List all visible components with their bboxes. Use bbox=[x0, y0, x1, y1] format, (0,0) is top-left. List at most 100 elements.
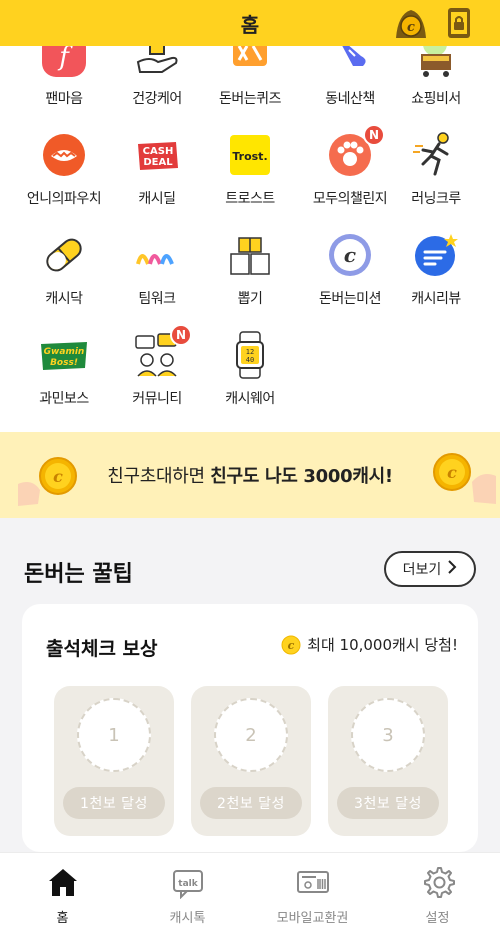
service-label: 뽑기 bbox=[237, 291, 263, 307]
step-number: 2 bbox=[214, 698, 288, 772]
banner-coin-letter: c bbox=[447, 463, 457, 482]
topbar-coin-letter: c bbox=[407, 20, 415, 35]
nav-home[interactable]: 홈 bbox=[0, 853, 125, 932]
service-cashdeal[interactable]: CASH DEAL 캐시딜 bbox=[107, 130, 207, 220]
service-community[interactable]: N 커뮤니티 bbox=[107, 324, 207, 420]
reward-text: 최대 10,000캐시 당첨! bbox=[307, 636, 458, 654]
step-card-3[interactable]: 3 3천보 달성 bbox=[328, 686, 448, 836]
svg-text:talk: talk bbox=[178, 879, 198, 889]
service-teamwork[interactable]: 팀워크 bbox=[107, 230, 207, 320]
service-row: 언니의파우치 CASHDEAL 캐시딜 Trost. 트로스트 N 모두의챌린 bbox=[0, 124, 500, 220]
nav-label: 캐시톡 bbox=[169, 911, 206, 926]
cashdeal-text-2: DEAL bbox=[143, 157, 173, 168]
service-challenge[interactable]: N 모두의챌린지 bbox=[300, 124, 400, 220]
service-label: 쇼핑비서 bbox=[411, 91, 461, 107]
new-badge: N bbox=[363, 124, 385, 146]
gear-icon bbox=[421, 865, 455, 899]
step-label: 3천보 달성 bbox=[337, 787, 439, 819]
cashdeal-icon: CASH DEAL bbox=[132, 130, 182, 180]
service-label: 캐시딜 bbox=[138, 191, 176, 207]
service-label: 캐시닥 bbox=[45, 291, 83, 307]
smartwatch-icon: 12 40 bbox=[225, 330, 275, 380]
nav-label: 홈 bbox=[56, 911, 69, 926]
coin-icon: c bbox=[325, 230, 375, 280]
cash-coin-icon[interactable]: c bbox=[392, 4, 430, 42]
coin-letter: c bbox=[344, 243, 356, 267]
lips-icon bbox=[39, 130, 89, 180]
nav-voucher[interactable]: 모바일교환권 bbox=[250, 853, 375, 932]
coin-icon: c bbox=[281, 635, 301, 655]
nav-settings[interactable]: 설정 bbox=[375, 853, 500, 932]
watch-text-1: 12 bbox=[246, 348, 254, 356]
service-label: 팬마음 bbox=[45, 91, 83, 107]
lock-icon[interactable] bbox=[446, 6, 472, 40]
service-label: 모두의챌린지 bbox=[312, 191, 388, 207]
nav-label: 모바일교환권 bbox=[276, 911, 349, 926]
tips-section: 돈버는 꿀팁 더보기 출석체크 보상 c 최대 10,000캐시 당첨! 1 1… bbox=[0, 518, 500, 852]
reward-info: c 최대 10,000캐시 당첨! bbox=[281, 634, 458, 655]
app-screen: f 팬마음 건강케어 돈버는퀴즈 동네산책 쇼핑비서 언니의파우치 CASH D… bbox=[0, 0, 500, 932]
trost-text: Trost. bbox=[232, 150, 267, 163]
new-badge: N bbox=[170, 324, 192, 346]
step-number: 1 bbox=[77, 698, 151, 772]
service-label: 건강케어 bbox=[132, 91, 182, 107]
talk-icon: talk bbox=[171, 865, 205, 900]
community-icon: N bbox=[132, 324, 192, 380]
service-mission[interactable]: c 돈버는미션 bbox=[300, 230, 400, 320]
page-title: 홈 bbox=[240, 12, 260, 37]
service-running[interactable]: 러닝크루 bbox=[386, 130, 486, 220]
service-gwaminboss[interactable]: Gwamin Boss! 과민보스 bbox=[14, 330, 114, 420]
nav-label: 설정 bbox=[425, 911, 450, 926]
service-row: 캐시닥 팀워크 뽑기 c 돈버는미션 캐시리뷰 bbox=[0, 230, 500, 320]
invite-text-plain: 친구초대하면 bbox=[107, 466, 211, 487]
service-label: 과민보스 bbox=[39, 391, 89, 407]
step-label: 2천보 달성 bbox=[200, 787, 302, 819]
service-label: 동네산책 bbox=[325, 91, 375, 107]
teamwork-icon bbox=[132, 230, 182, 280]
step-card-2[interactable]: 2 2천보 달성 bbox=[191, 686, 311, 836]
service-pouch[interactable]: 언니의파우치 bbox=[14, 130, 114, 220]
service-cashdoc[interactable]: 캐시닥 bbox=[14, 230, 114, 320]
invite-text-bold: 친구도 나도 3000캐시! bbox=[210, 466, 393, 487]
top-bar: 홈 c bbox=[0, 0, 500, 46]
gift-boxes-icon bbox=[225, 230, 275, 280]
nav-talk[interactable]: talk 캐시톡 bbox=[125, 853, 250, 932]
service-draw[interactable]: 뽑기 bbox=[200, 230, 300, 320]
service-review[interactable]: 캐시리뷰 bbox=[386, 230, 486, 320]
gwamin-text-1: Gwamin bbox=[44, 347, 85, 357]
step-number: 3 bbox=[351, 698, 425, 772]
service-trost[interactable]: Trost. 트로스트 bbox=[200, 130, 300, 220]
attendance-card[interactable]: 출석체크 보상 c 최대 10,000캐시 당첨! 1 1천보 달성 2 2천보… bbox=[22, 604, 478, 852]
step-card-1[interactable]: 1 1천보 달성 bbox=[54, 686, 174, 836]
more-button[interactable]: 더보기 bbox=[384, 551, 476, 587]
voucher-icon bbox=[296, 865, 330, 899]
chat-bubble-icon bbox=[411, 230, 461, 280]
invite-banner[interactable]: c 친구초대하면 친구도 나도 3000캐시! c bbox=[0, 432, 500, 518]
reward-coin-letter: c bbox=[288, 639, 295, 652]
chevron-right-icon bbox=[447, 560, 457, 578]
watch-text-2: 40 bbox=[246, 356, 254, 364]
home-icon bbox=[46, 865, 80, 899]
service-cashwear[interactable]: 12 40 캐시웨어 bbox=[200, 330, 300, 420]
service-label: 캐시웨어 bbox=[225, 391, 275, 407]
service-label: 언니의파우치 bbox=[26, 191, 102, 207]
invite-text: 친구초대하면 친구도 나도 3000캐시! bbox=[107, 462, 393, 488]
service-label: 돈버는퀴즈 bbox=[219, 91, 281, 107]
service-label: 커뮤니티 bbox=[132, 391, 182, 407]
paw-icon: N bbox=[325, 124, 385, 180]
service-label: 캐시리뷰 bbox=[411, 291, 461, 307]
service-label: 팀워크 bbox=[138, 291, 176, 307]
service-label: 돈버는미션 bbox=[319, 291, 381, 307]
service-label: 러닝크루 bbox=[411, 191, 461, 207]
more-label: 더보기 bbox=[402, 562, 442, 578]
hand-coin-icon: c bbox=[18, 448, 80, 510]
card-title: 출석체크 보상 bbox=[46, 638, 158, 660]
hand-coin-icon: c bbox=[432, 446, 496, 510]
tips-heading: 돈버는 꿀팁 bbox=[24, 562, 133, 587]
step-label: 1천보 달성 bbox=[63, 787, 165, 819]
service-row: Gwamin Boss! 과민보스 N 커뮤니티 12 40 캐시웨어 bbox=[0, 324, 500, 420]
runner-icon bbox=[411, 130, 461, 180]
gwamin-text-2: Boss! bbox=[50, 358, 78, 368]
cashdeal-text-1: CASH bbox=[143, 146, 174, 157]
pill-icon bbox=[39, 230, 89, 280]
